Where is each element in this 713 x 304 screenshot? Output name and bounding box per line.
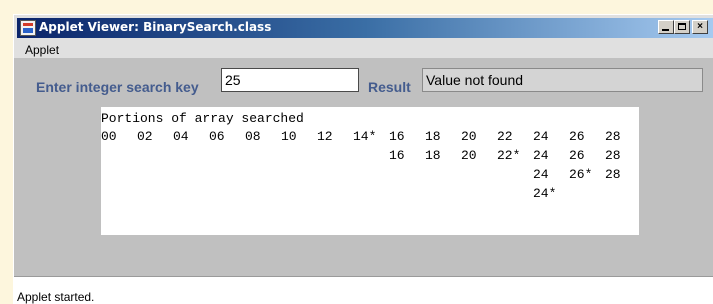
array-cell: 28 [605,148,621,163]
array-cell: 18 [425,129,441,144]
menu-bar: Applet [14,40,713,58]
array-cell: 28 [605,167,621,182]
java-applet-icon[interactable] [20,20,36,36]
array-cell: 10 [281,129,297,144]
search-key-label: Enter integer search key [36,79,199,95]
status-bar: Applet started. [14,276,713,304]
array-cell: 14* [353,129,377,144]
applet-viewer-window: Applet Viewer: BinarySearch.class × Appl… [13,14,713,304]
array-cell: 26 [569,148,585,163]
array-cell: 22* [497,148,521,163]
array-cell: 04 [173,129,189,144]
array-cell: 12 [317,129,333,144]
array-cell: 24 [533,167,549,182]
maximize-button[interactable] [674,20,690,34]
maximize-icon [678,23,686,30]
result-field: Value not found [422,68,703,92]
minimize-button[interactable] [658,20,674,34]
array-cell: 24* [533,186,557,201]
array-cell: 00 [101,129,117,144]
applet-panel: Enter integer search key Result Value no… [14,58,713,276]
minimize-icon [662,29,669,31]
array-cell: 02 [137,129,153,144]
status-text: Applet started. [17,290,95,304]
array-cell: 22 [497,129,513,144]
array-cell: 16 [389,148,405,163]
close-icon: × [697,21,703,32]
array-cell: 26* [569,167,593,182]
title-bar[interactable]: Applet Viewer: BinarySearch.class × [17,18,713,38]
array-cell: 06 [209,129,225,144]
output-heading: Portions of array searched [101,111,304,126]
array-cell: 20 [461,129,477,144]
array-cell: 26 [569,129,585,144]
window-title: Applet Viewer: BinarySearch.class [39,20,272,34]
array-cell: 18 [425,148,441,163]
array-cell: 28 [605,129,621,144]
search-key-input[interactable] [221,68,359,92]
array-cell: 24 [533,129,549,144]
menu-item-applet[interactable]: Applet [25,43,59,57]
array-cell: 24 [533,148,549,163]
array-cell: 16 [389,129,405,144]
output-text-area[interactable]: Portions of array searched 00 02 04 06 0… [101,107,639,235]
array-cell: 20 [461,148,477,163]
close-button[interactable]: × [692,20,708,34]
array-cell: 08 [245,129,261,144]
result-label: Result [368,79,411,95]
